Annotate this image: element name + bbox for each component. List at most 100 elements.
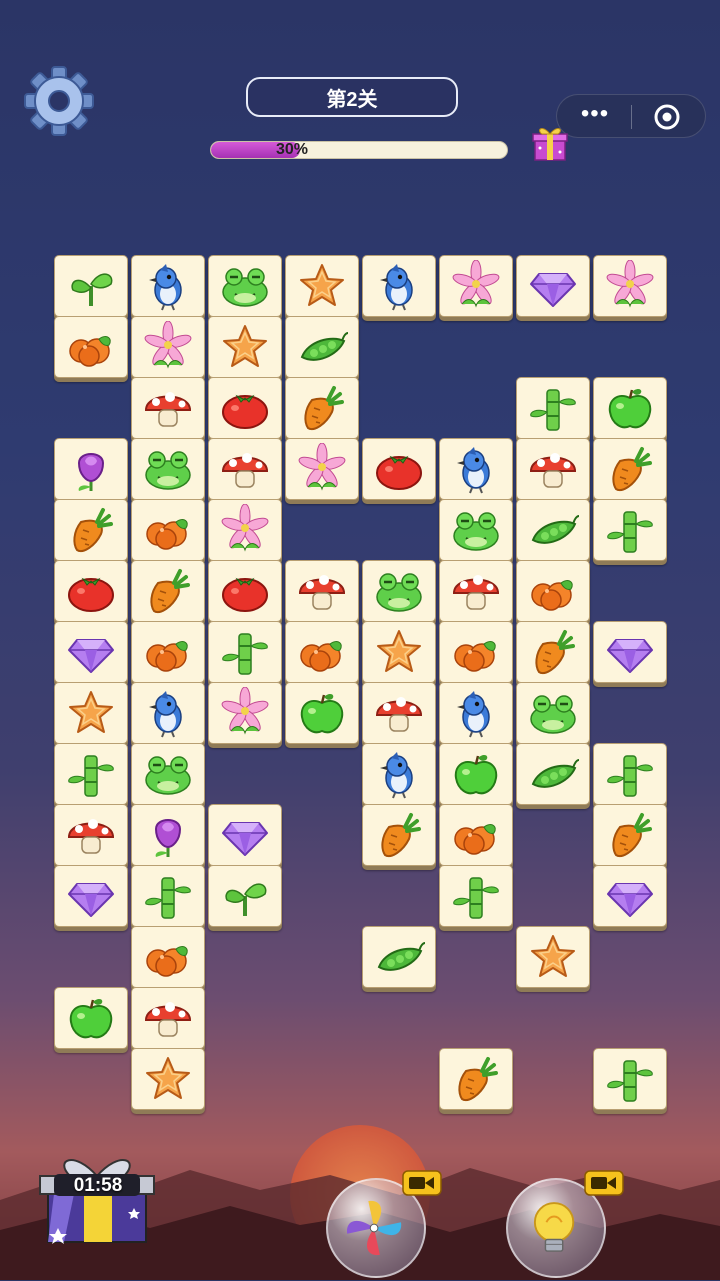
tile-mushroom[interactable]: [208, 438, 282, 500]
tile-carrot[interactable]: [285, 377, 359, 439]
tile-rose[interactable]: [54, 438, 128, 500]
tile-carrot[interactable]: [131, 560, 205, 622]
tile-sprout[interactable]: [54, 255, 128, 317]
tile-lily[interactable]: [208, 682, 282, 744]
tile-apple[interactable]: [285, 682, 359, 744]
rose-icon: [77, 453, 105, 491]
bamboo-icon: [222, 633, 268, 675]
tile-mushroom[interactable]: [439, 560, 513, 622]
tile-orange[interactable]: [285, 621, 359, 683]
tile-orange[interactable]: [516, 560, 590, 622]
tile-apple[interactable]: [593, 377, 667, 439]
tile-star[interactable]: [516, 926, 590, 988]
video-camera-icon: [402, 1170, 442, 1196]
tile-star[interactable]: [131, 1048, 205, 1110]
tile-mushroom[interactable]: [131, 987, 205, 1049]
settings-button[interactable]: [22, 64, 96, 138]
tile-lily[interactable]: [439, 255, 513, 317]
tile-orange[interactable]: [131, 621, 205, 683]
rose-icon: [154, 819, 182, 857]
tile-carrot[interactable]: [593, 804, 667, 866]
tile-bamboo[interactable]: [516, 377, 590, 439]
carrot-icon: [458, 1057, 498, 1101]
tile-carrot[interactable]: [54, 499, 128, 561]
tile-gem[interactable]: [516, 255, 590, 317]
tile-bamboo[interactable]: [593, 1048, 667, 1110]
tile-bluebird[interactable]: [439, 682, 513, 744]
tile-bamboo[interactable]: [439, 865, 513, 927]
tile-gem[interactable]: [54, 621, 128, 683]
target-circle-icon[interactable]: [653, 103, 681, 131]
tile-lily[interactable]: [593, 255, 667, 317]
tile-frog[interactable]: [362, 560, 436, 622]
carrot-icon: [612, 813, 652, 857]
tile-bamboo[interactable]: [54, 743, 128, 805]
star-icon: [531, 935, 575, 977]
tile-frog[interactable]: [131, 438, 205, 500]
bluebird-icon: [457, 447, 490, 494]
mushroom-icon: [375, 697, 423, 732]
tile-orange[interactable]: [131, 499, 205, 561]
tile-frog[interactable]: [131, 743, 205, 805]
tile-star[interactable]: [285, 255, 359, 317]
tile-tomato[interactable]: [54, 560, 128, 622]
tile-frog[interactable]: [208, 255, 282, 317]
tile-frog[interactable]: [439, 499, 513, 561]
tile-star[interactable]: [208, 316, 282, 378]
tile-rose[interactable]: [131, 804, 205, 866]
tile-sprout[interactable]: [208, 865, 282, 927]
tile-frog[interactable]: [516, 682, 590, 744]
tile-orange[interactable]: [54, 316, 128, 378]
tile-peas[interactable]: [362, 926, 436, 988]
tile-bamboo[interactable]: [593, 743, 667, 805]
tile-bamboo[interactable]: [593, 499, 667, 561]
tile-orange[interactable]: [439, 621, 513, 683]
tile-gem[interactable]: [54, 865, 128, 927]
tile-tomato[interactable]: [208, 377, 282, 439]
tile-gem[interactable]: [208, 804, 282, 866]
tile-lily[interactable]: [285, 438, 359, 500]
tile-mushroom[interactable]: [131, 377, 205, 439]
tile-star[interactable]: [54, 682, 128, 744]
gear-icon: [24, 66, 94, 136]
bamboo-icon: [145, 877, 191, 919]
tile-bluebird[interactable]: [362, 255, 436, 317]
tile-peas[interactable]: [516, 743, 590, 805]
tile-bluebird[interactable]: [131, 255, 205, 317]
bluebird-icon: [380, 264, 413, 311]
tile-orange[interactable]: [439, 804, 513, 866]
tile-bluebird[interactable]: [131, 682, 205, 744]
tile-bamboo[interactable]: [208, 621, 282, 683]
tile-lily[interactable]: [131, 316, 205, 378]
tile-carrot[interactable]: [362, 804, 436, 866]
bamboo-icon: [453, 877, 499, 919]
tile-peas[interactable]: [516, 499, 590, 561]
tile-gem[interactable]: [593, 865, 667, 927]
lily-icon: [221, 687, 269, 735]
tile-orange[interactable]: [131, 926, 205, 988]
tile-mushroom[interactable]: [516, 438, 590, 500]
gift-box-icon[interactable]: [528, 124, 572, 162]
tile-bluebird[interactable]: [439, 438, 513, 500]
tile-mushroom[interactable]: [285, 560, 359, 622]
tile-mushroom[interactable]: [362, 682, 436, 744]
tile-lily[interactable]: [208, 499, 282, 561]
tile-tomato[interactable]: [208, 560, 282, 622]
tile-mushroom[interactable]: [54, 804, 128, 866]
tile-tomato[interactable]: [362, 438, 436, 500]
tomato-icon: [222, 577, 268, 612]
tile-bamboo[interactable]: [131, 865, 205, 927]
lily-icon: [144, 321, 192, 369]
tile-carrot[interactable]: [439, 1048, 513, 1110]
tile-carrot[interactable]: [516, 621, 590, 683]
timed-gift-icon[interactable]: [34, 1150, 160, 1246]
tile-carrot[interactable]: [593, 438, 667, 500]
gem-icon: [68, 639, 114, 673]
tile-star[interactable]: [362, 621, 436, 683]
tile-apple[interactable]: [439, 743, 513, 805]
tile-peas[interactable]: [285, 316, 359, 378]
tile-bluebird[interactable]: [362, 743, 436, 805]
more-dots-icon[interactable]: •••: [575, 102, 615, 129]
tile-apple[interactable]: [54, 987, 128, 1049]
tile-gem[interactable]: [593, 621, 667, 683]
